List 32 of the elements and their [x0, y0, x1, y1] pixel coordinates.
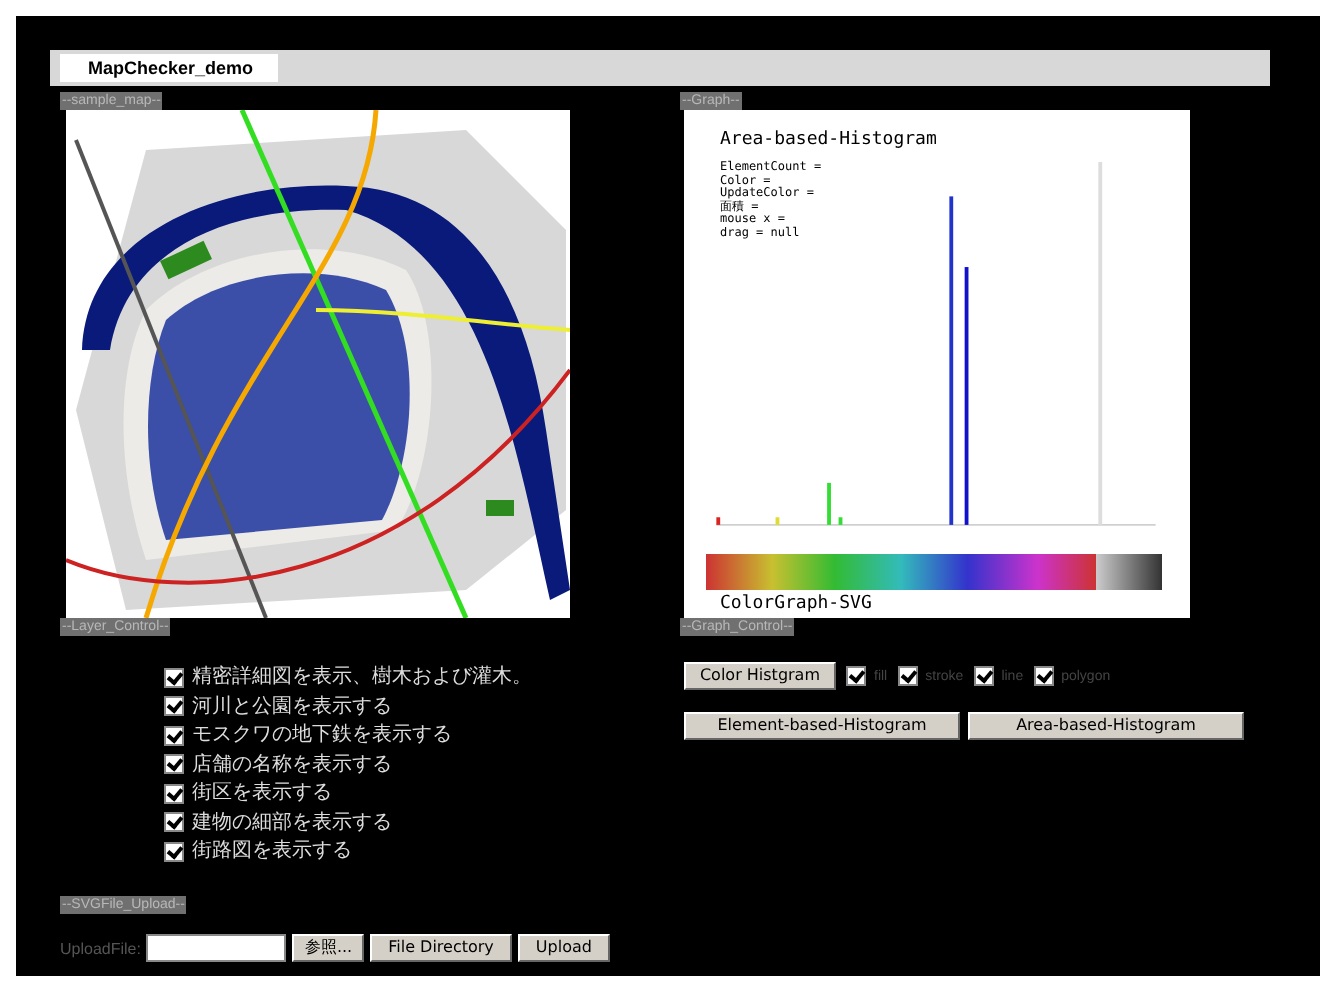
- histogram-bar: [775, 517, 780, 525]
- histogram-button[interactable]: Element-based-Histogram: [684, 712, 960, 740]
- upload-action-button[interactable]: File Directory: [370, 934, 512, 962]
- layer-label: 街路図を表示する: [192, 840, 352, 862]
- checkbox[interactable]: [164, 783, 184, 803]
- layer-label: 精密詳細図を表示、樹木および灌木。: [192, 666, 532, 688]
- layer-label: 店舗の名称を表示する: [192, 753, 392, 775]
- histogram-bar: [838, 517, 843, 525]
- checkbox[interactable]: [164, 754, 184, 774]
- checkbox[interactable]: [897, 666, 918, 686]
- checkbox[interactable]: [164, 667, 184, 687]
- upload-action-button[interactable]: Upload: [517, 934, 610, 962]
- checkbox[interactable]: [164, 841, 184, 861]
- layer-label: 建物の細部を表示する: [192, 811, 392, 833]
- histogram-button[interactable]: Area-based-Histogram: [968, 712, 1244, 740]
- checkbox[interactable]: [846, 666, 866, 686]
- color-histogram-button[interactable]: Color Histgram: [684, 662, 836, 690]
- app-title-tab[interactable]: MapChecker_demo: [60, 54, 278, 82]
- graph-caption: ColorGraph-SVG: [720, 594, 872, 614]
- checkbox[interactable]: [164, 725, 184, 745]
- graph-title: Area-based-Histogram: [720, 130, 937, 150]
- checkbox[interactable]: [164, 696, 184, 716]
- layer-label: モスクワの地下鉄を表示する: [192, 724, 452, 746]
- layer-label: 河川と公園を表示する: [192, 695, 392, 717]
- browse-button[interactable]: 参照...: [292, 934, 365, 962]
- checkbox[interactable]: [973, 666, 994, 686]
- checkbox[interactable]: [164, 812, 184, 832]
- histogram-bar: [716, 517, 721, 525]
- layer-label: 街区を表示する: [192, 782, 332, 804]
- upload-label: UploadFile:: [60, 939, 141, 957]
- checkbox[interactable]: [1033, 666, 1054, 686]
- file-path-field[interactable]: [146, 934, 287, 962]
